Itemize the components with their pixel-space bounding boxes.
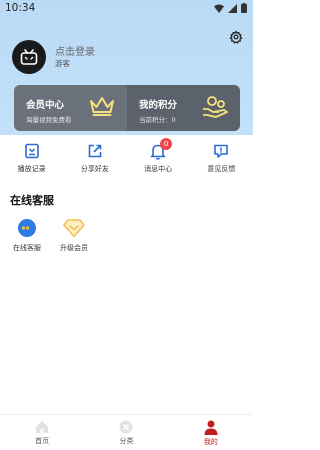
bottom-tab-bar: 首页 分类 我的 [0,414,253,450]
points-balance: 当前积分：0 [139,114,176,124]
home-icon [36,421,49,433]
quick-messages[interactable]: 0 消息中心 [127,138,190,180]
quick-history[interactable]: 播放记录 [0,140,63,180]
status-bar: 10:34 [0,0,253,18]
quick-history-label: 播放记录 [17,165,46,173]
member-center-card[interactable]: 会员中心 海量视频免费看 [14,85,127,131]
quick-share[interactable]: 分享好友 [63,140,126,180]
tab-category-label: 分类 [119,437,134,445]
tab-home-label: 首页 [35,437,50,445]
crown-icon [90,97,114,116]
quick-actions: 播放记录 分享好友 0 消息中心 意见反馈 [0,138,253,180]
chat-bubble-icon [18,219,36,237]
service-online-support[interactable]: 在线客服 [5,218,49,253]
member-center-subtitle: 海量视频免费看 [26,116,72,124]
guest-label: 游客 [55,59,70,68]
quick-share-label: 分享好友 [80,165,109,173]
service-online-support-label: 在线客服 [13,244,41,252]
services-section-title: 在线客服 [10,194,54,207]
member-center-title: 会员中心 [26,100,65,111]
points-value: 0 [171,116,176,124]
points-label: 当前积分： [139,116,172,124]
my-points-card[interactable]: 我的积分 当前积分：0 [127,85,240,131]
message-badge: 0 [160,138,173,150]
quick-feedback-label: 意见反馈 [207,165,236,173]
tab-mine-label: 我的 [203,438,218,446]
history-icon [24,143,39,159]
signal-icon [228,3,237,13]
share-icon [88,144,102,158]
tab-home[interactable]: 首页 [0,415,84,450]
feedback-icon [214,144,229,158]
quick-feedback[interactable]: 意见反馈 [190,140,253,180]
tv-mascot-icon [20,49,38,65]
category-icon [119,420,133,434]
status-time: 10:34 [5,2,36,14]
login-link[interactable]: 点击登录 [55,43,95,58]
wifi-icon [214,4,224,13]
avatar[interactable] [12,40,46,74]
coins-hand-icon [203,96,228,118]
service-upgrade-member[interactable]: 升级会员 [52,218,96,253]
tab-category[interactable]: 分类 [84,415,168,450]
service-upgrade-member-label: 升级会员 [60,244,88,252]
battery-icon [241,3,247,13]
diamond-icon [63,219,85,238]
membership-cards: 会员中心 海量视频免费看 我的积分 当前积分：0 [14,85,240,131]
quick-messages-label: 消息中心 [144,165,173,173]
settings-gear-icon[interactable] [229,30,243,44]
user-icon [204,420,218,435]
my-points-title: 我的积分 [139,100,178,111]
system-icons [214,3,247,13]
tab-mine[interactable]: 我的 [169,415,253,450]
